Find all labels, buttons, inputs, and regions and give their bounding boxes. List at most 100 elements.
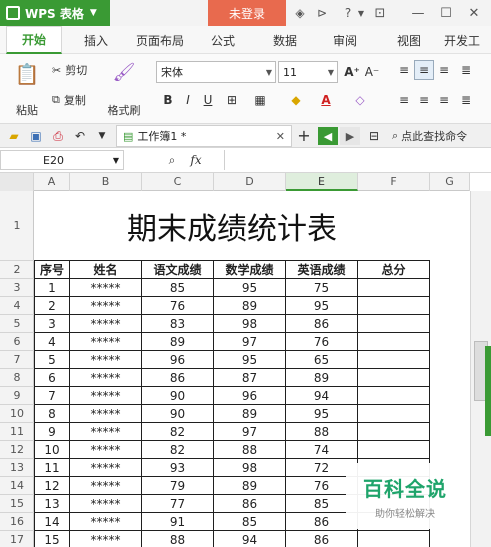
- table-cell[interactable]: *****: [70, 369, 142, 387]
- header-cell[interactable]: 英语成绩: [286, 261, 358, 279]
- zoom-icon[interactable]: ⌕: [164, 152, 180, 168]
- row-header[interactable]: 5: [0, 315, 34, 333]
- table-cell[interactable]: 9: [34, 423, 70, 441]
- table-cell[interactable]: 87: [214, 369, 286, 387]
- close-icon[interactable]: ✕: [460, 0, 488, 26]
- table-cell[interactable]: 94: [214, 531, 286, 547]
- table-cell[interactable]: *****: [70, 351, 142, 369]
- underline-icon[interactable]: U: [200, 92, 216, 108]
- font-color-icon[interactable]: A: [318, 92, 334, 108]
- align-center-icon[interactable]: ≡: [416, 92, 432, 108]
- table-cell[interactable]: [358, 405, 430, 423]
- tab-data[interactable]: 数据: [262, 26, 308, 54]
- column-header-e[interactable]: E: [286, 173, 358, 191]
- paste-button[interactable]: 📋 粘贴: [10, 62, 44, 118]
- new-tab-icon[interactable]: +: [296, 126, 312, 145]
- table-cell[interactable]: 10: [34, 441, 70, 459]
- close-tab-icon[interactable]: ✕: [276, 130, 285, 143]
- column-header-c[interactable]: C: [142, 173, 214, 191]
- app-menu-button[interactable]: WPS 表格 ▼: [0, 0, 110, 26]
- header-cell[interactable]: 姓名: [70, 261, 142, 279]
- table-cell[interactable]: 89: [214, 477, 286, 495]
- previous-tab-icon[interactable]: ◀: [318, 127, 338, 145]
- header-cell[interactable]: 数学成绩: [214, 261, 286, 279]
- row-header[interactable]: 6: [0, 333, 34, 351]
- table-cell[interactable]: 93: [142, 459, 214, 477]
- table-cell[interactable]: [358, 297, 430, 315]
- table-cell[interactable]: 95: [286, 297, 358, 315]
- table-cell[interactable]: 11: [34, 459, 70, 477]
- table-cell[interactable]: 8: [34, 405, 70, 423]
- restore-ribbon-icon[interactable]: ⊡: [366, 0, 394, 26]
- print-preview-icon[interactable]: ⎙: [50, 128, 66, 144]
- tab-formulas[interactable]: 公式: [200, 26, 246, 54]
- help-icon[interactable]: ?: [338, 4, 358, 22]
- row-header[interactable]: 7: [0, 351, 34, 369]
- table-cell[interactable]: 77: [142, 495, 214, 513]
- row-header[interactable]: 3: [0, 279, 34, 297]
- table-cell[interactable]: 3: [34, 315, 70, 333]
- font-size-select[interactable]: 11 ▼: [278, 61, 338, 83]
- table-cell[interactable]: 86: [286, 315, 358, 333]
- table-cell[interactable]: [358, 531, 430, 547]
- login-button[interactable]: 未登录: [208, 0, 286, 26]
- table-cell[interactable]: 65: [286, 351, 358, 369]
- header-cell[interactable]: 语文成绩: [142, 261, 214, 279]
- table-cell[interactable]: [358, 441, 430, 459]
- table-cell[interactable]: *****: [70, 495, 142, 513]
- row-header[interactable]: 15: [0, 495, 34, 513]
- table-cell[interactable]: 86: [286, 531, 358, 547]
- table-cell[interactable]: 90: [142, 405, 214, 423]
- header-cell[interactable]: 总分: [358, 261, 430, 279]
- align-top-icon[interactable]: ≡: [396, 62, 412, 78]
- table-cell[interactable]: 88: [142, 531, 214, 547]
- row-header[interactable]: 11: [0, 423, 34, 441]
- table-cell[interactable]: 96: [142, 351, 214, 369]
- table-cell[interactable]: 91: [142, 513, 214, 531]
- table-cell[interactable]: 74: [286, 441, 358, 459]
- table-cell[interactable]: 6: [34, 369, 70, 387]
- tab-insert[interactable]: 插入: [72, 26, 120, 54]
- table-cell[interactable]: [358, 279, 430, 297]
- table-cell[interactable]: *****: [70, 441, 142, 459]
- column-header-f[interactable]: F: [358, 173, 430, 191]
- row-header[interactable]: 14: [0, 477, 34, 495]
- undo-icon[interactable]: ↶: [72, 128, 88, 144]
- justify-icon[interactable]: ≣: [458, 92, 474, 108]
- row-header[interactable]: 10: [0, 405, 34, 423]
- fx-icon[interactable]: fx: [188, 152, 204, 168]
- formula-input[interactable]: [224, 150, 491, 170]
- increase-font-icon[interactable]: A⁺: [344, 64, 360, 80]
- table-cell[interactable]: [358, 351, 430, 369]
- table-cell[interactable]: [358, 387, 430, 405]
- table-cell[interactable]: 7: [34, 387, 70, 405]
- skin-icon[interactable]: ◈: [292, 4, 308, 22]
- table-cell[interactable]: *****: [70, 405, 142, 423]
- table-cell[interactable]: 83: [142, 315, 214, 333]
- minimize-icon[interactable]: —: [404, 0, 432, 26]
- table-cell[interactable]: 95: [214, 351, 286, 369]
- table-cell[interactable]: 85: [142, 279, 214, 297]
- table-cell[interactable]: 88: [214, 441, 286, 459]
- table-cell[interactable]: 85: [214, 513, 286, 531]
- table-cell[interactable]: 97: [214, 423, 286, 441]
- table-cell[interactable]: *****: [70, 513, 142, 531]
- table-cell[interactable]: 89: [142, 333, 214, 351]
- table-cell[interactable]: *****: [70, 423, 142, 441]
- copy-button[interactable]: ⧉ 复制: [52, 92, 86, 108]
- table-cell[interactable]: 79: [142, 477, 214, 495]
- border-icon[interactable]: ⊞: [224, 92, 240, 108]
- table-cell[interactable]: 76: [286, 333, 358, 351]
- table-cell[interactable]: 98: [214, 315, 286, 333]
- tab-view[interactable]: 视图: [386, 26, 432, 54]
- document-tab[interactable]: ▤ 工作簿1 * ✕: [116, 125, 292, 147]
- table-cell[interactable]: 82: [142, 441, 214, 459]
- table-cell[interactable]: 89: [286, 369, 358, 387]
- quick-access-dropdown-icon[interactable]: ▼: [94, 128, 110, 144]
- row-header[interactable]: 13: [0, 459, 34, 477]
- header-cell[interactable]: 序号: [34, 261, 70, 279]
- tab-review[interactable]: 审阅: [322, 26, 368, 54]
- format-painter-button[interactable]: 🖌 格式刷: [104, 62, 144, 118]
- align-bottom-icon[interactable]: ≡: [436, 62, 452, 78]
- table-cell[interactable]: 89: [214, 405, 286, 423]
